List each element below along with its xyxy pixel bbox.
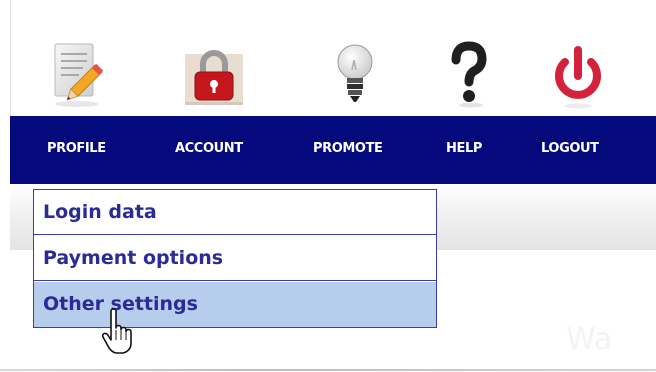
lightbulb-icon[interactable]	[321, 40, 391, 110]
nav-item-help[interactable]: HELP	[446, 116, 482, 184]
power-icon[interactable]	[543, 40, 613, 110]
notepad-pencil-icon[interactable]	[47, 40, 117, 110]
faint-background-text: Wa	[566, 322, 613, 357]
hand-pointer-cursor-icon	[100, 308, 140, 356]
account-dropdown-menu: Login data Payment options Other setting…	[33, 189, 437, 328]
nav-item-account[interactable]: ACCOUNT	[175, 116, 243, 184]
nav-icon-row	[0, 0, 656, 116]
padlock-icon[interactable]	[179, 40, 249, 110]
nav-item-profile[interactable]: PROFILE	[47, 116, 106, 184]
main-nav-bar: PROFILE ACCOUNT PROMOTE HELP LOGOUT	[10, 116, 656, 184]
nav-item-logout[interactable]: LOGOUT	[541, 116, 599, 184]
question-mark-icon[interactable]	[434, 40, 504, 110]
menu-item-other-settings[interactable]: Other settings	[34, 282, 436, 327]
menu-item-login-data[interactable]: Login data	[34, 190, 436, 235]
bottom-divider	[0, 369, 656, 371]
nav-item-promote[interactable]: PROMOTE	[313, 116, 383, 184]
menu-item-payment-options[interactable]: Payment options	[34, 236, 436, 281]
